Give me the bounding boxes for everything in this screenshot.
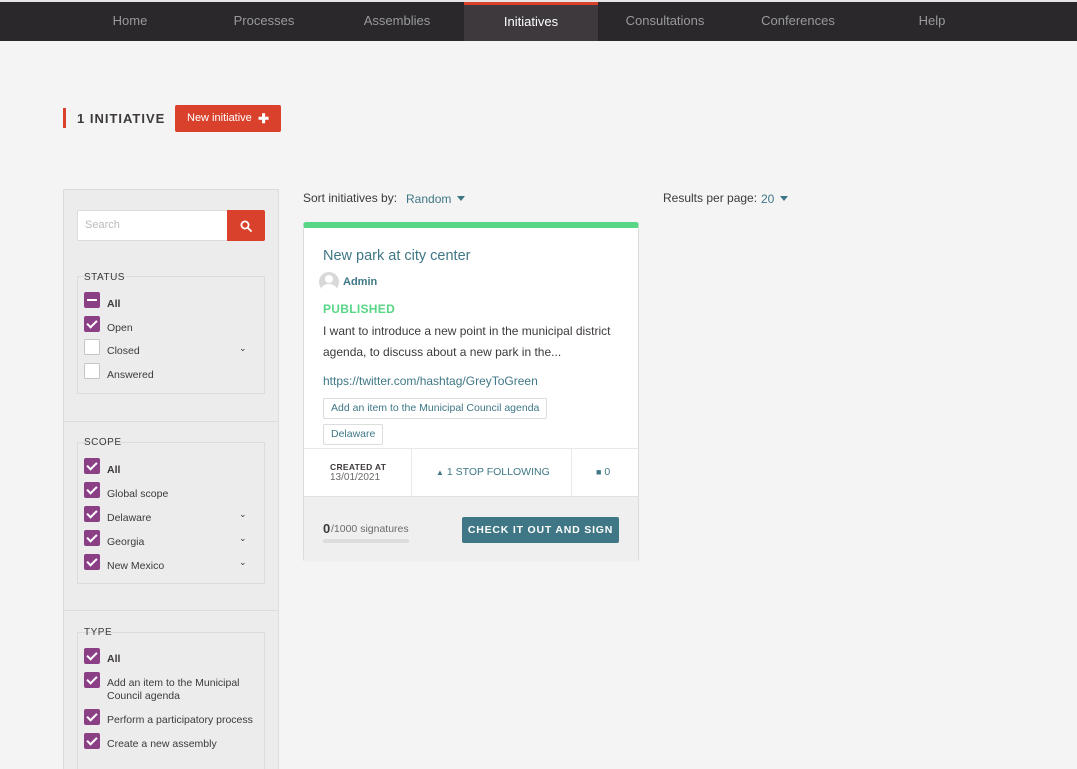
- type-assembly-label: Create a new assembly: [107, 738, 217, 750]
- type-participatory-label: Perform a participatory process: [107, 714, 253, 726]
- divider: [571, 449, 572, 496]
- scope-global-label: Global scope: [107, 488, 169, 500]
- type-municipal-label: Add an item to the Municipal Council age…: [107, 677, 240, 702]
- status-all-checkbox[interactable]: [84, 292, 100, 308]
- scope-all-checkbox[interactable]: [84, 458, 100, 474]
- status-closed-checkbox[interactable]: [84, 339, 100, 355]
- scope-filter-group: [77, 442, 265, 584]
- type-filter-title: TYPE: [84, 627, 113, 638]
- initiative-card: New park at city center Admin PUBLISHED …: [303, 222, 639, 562]
- chevron-down-icon[interactable]: ⌄: [239, 533, 247, 544]
- per-page-label: Results per page:: [663, 191, 758, 205]
- divider: [64, 421, 278, 422]
- status-answered-checkbox[interactable]: [84, 363, 100, 379]
- type-municipal-checkbox[interactable]: [84, 672, 100, 688]
- nav-home[interactable]: Home: [63, 2, 197, 41]
- comments-value: 0: [604, 466, 611, 478]
- scope-new-mexico-label: New Mexico: [107, 560, 165, 572]
- scope-filter-title: SCOPE: [84, 437, 122, 448]
- scope-georgia-label: Georgia: [107, 536, 145, 548]
- card-footer: 0 /1000 signatures CHECK IT OUT AND SIGN: [304, 496, 638, 562]
- status-filter-title: STATUS: [84, 272, 125, 283]
- sort-label: Sort initiatives by:: [303, 191, 398, 205]
- signatures-count: 0: [323, 521, 331, 536]
- status-answered-label: Answered: [107, 369, 154, 381]
- scope-all-label: All: [107, 464, 121, 476]
- new-initiative-button[interactable]: New initiative ✚: [175, 105, 281, 132]
- author-name[interactable]: Admin: [343, 276, 377, 288]
- nav-consultations[interactable]: Consultations: [598, 2, 732, 41]
- chevron-down-icon[interactable]: ⌄: [239, 343, 247, 354]
- chevron-down-icon[interactable]: ⌄: [239, 557, 247, 568]
- type-all-checkbox[interactable]: [84, 648, 100, 664]
- nav-assemblies[interactable]: Assemblies: [330, 2, 464, 41]
- bell-icon: ▲: [436, 468, 444, 477]
- divider: [64, 610, 278, 611]
- top-navigation: Home Processes Assemblies Initiatives Co…: [0, 0, 1077, 41]
- page-title: 1 INITIATIVE: [63, 108, 165, 128]
- card-stats: CREATED AT 13/01/2021 ▲ 1 STOP FOLLOWING…: [304, 448, 638, 496]
- status-open-label: Open: [107, 322, 133, 334]
- filter-sidebar: Search STATUS All Open Closed ⌄ Answered…: [63, 189, 279, 769]
- caret-down-icon: [780, 196, 789, 201]
- follow-button[interactable]: ▲ 1 STOP FOLLOWING: [436, 466, 550, 478]
- status-open-checkbox[interactable]: [84, 316, 100, 332]
- scope-tag[interactable]: Delaware: [323, 424, 384, 445]
- check-and-sign-button[interactable]: CHECK IT OUT AND SIGN: [462, 517, 619, 543]
- per-page-dropdown[interactable]: 20: [761, 192, 789, 206]
- search-button[interactable]: [227, 210, 265, 241]
- divider: [411, 449, 412, 496]
- nav-conferences[interactable]: Conferences: [731, 2, 865, 41]
- created-at-label: CREATED AT: [330, 462, 387, 472]
- search-icon: [240, 220, 252, 232]
- nav-processes[interactable]: Processes: [197, 2, 331, 41]
- scope-delaware-label: Delaware: [107, 512, 152, 524]
- plus-icon: ✚: [258, 111, 269, 126]
- nav-initiatives[interactable]: Initiatives: [464, 2, 598, 41]
- type-tag[interactable]: Add an item to the Municipal Council age…: [323, 398, 548, 419]
- signatures-total: /1000 signatures: [331, 523, 409, 535]
- nav-help[interactable]: Help: [865, 2, 999, 41]
- scope-new-mexico-checkbox[interactable]: [84, 554, 100, 570]
- new-initiative-label: New initiative: [187, 112, 252, 124]
- type-assembly-checkbox[interactable]: [84, 733, 100, 749]
- scope-georgia-checkbox[interactable]: [84, 530, 100, 546]
- chevron-down-icon[interactable]: ⌄: [239, 509, 247, 520]
- type-participatory-checkbox[interactable]: [84, 709, 100, 725]
- sort-value: Random: [406, 192, 452, 206]
- follow-label: 1 STOP FOLLOWING: [446, 466, 550, 478]
- comments-count[interactable]: ■ 0: [596, 466, 610, 478]
- search-input[interactable]: Search: [77, 210, 227, 241]
- type-all-label: All: [107, 653, 121, 665]
- avatar: [319, 272, 339, 292]
- initiative-description: I want to introduce a new point in the m…: [323, 324, 611, 359]
- status-closed-label: Closed: [107, 345, 140, 357]
- sort-dropdown[interactable]: Random: [406, 192, 466, 206]
- status-filter-group: [77, 276, 265, 394]
- hashtag-link[interactable]: https://twitter.com/hashtag/GreyToGreen: [323, 374, 538, 388]
- per-page-value: 20: [761, 192, 775, 206]
- status-badge: PUBLISHED: [323, 302, 396, 316]
- scope-delaware-checkbox[interactable]: [84, 506, 100, 522]
- status-all-label: All: [107, 298, 121, 310]
- initiative-title-link[interactable]: New park at city center: [323, 248, 470, 264]
- signatures-progress-bar: [323, 539, 409, 543]
- comment-icon: ■: [596, 467, 602, 477]
- caret-down-icon: [457, 196, 466, 201]
- created-at-value: 13/01/2021: [330, 472, 381, 483]
- scope-global-checkbox[interactable]: [84, 482, 100, 498]
